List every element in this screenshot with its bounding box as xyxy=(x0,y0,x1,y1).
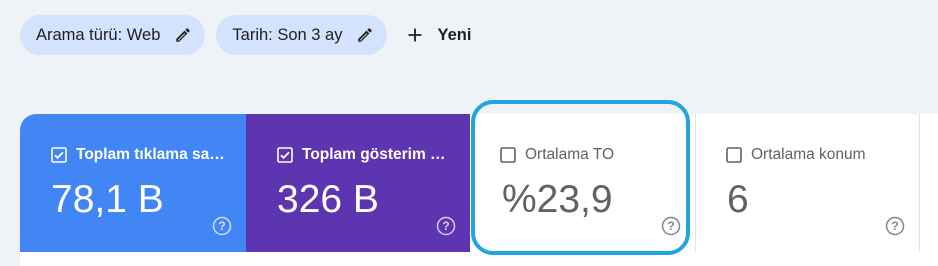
pencil-icon[interactable] xyxy=(174,26,192,44)
help-icon[interactable]: ? xyxy=(212,216,232,236)
checkbox-checked-icon[interactable] xyxy=(51,147,67,163)
metric-card-impressions[interactable]: Toplam gösterim sayısı 326 B ? xyxy=(246,114,470,252)
metric-cards: Toplam tıklama sayısı 78,1 B ? Toplam gö… xyxy=(20,114,938,266)
metric-card-header: Toplam gösterim sayısı xyxy=(277,146,452,164)
checkbox-unchecked-icon[interactable] xyxy=(726,147,742,163)
metric-label: Ortalama TO xyxy=(525,146,615,163)
metric-card-header: Ortalama konum xyxy=(726,146,866,164)
help-icon[interactable]: ? xyxy=(661,216,681,236)
svg-text:?: ? xyxy=(667,219,674,233)
metric-value: 78,1 B xyxy=(51,178,164,221)
filter-bar: Arama türü: Web Tarih: Son 3 ay Yeni xyxy=(20,15,481,55)
chip-label: Arama türü: Web xyxy=(36,25,161,44)
svg-text:?: ? xyxy=(891,219,898,233)
svg-text:?: ? xyxy=(218,219,225,233)
svg-text:?: ? xyxy=(442,219,449,233)
metric-card-ctr[interactable]: Ortalama TO %23,9 ? xyxy=(470,114,695,252)
metric-value: 6 xyxy=(727,178,749,221)
metric-value: 326 B xyxy=(277,178,379,221)
metric-value: %23,9 xyxy=(502,178,613,221)
metric-card-position[interactable]: Ortalama konum 6 ? xyxy=(695,114,920,252)
help-icon[interactable]: ? xyxy=(885,216,905,236)
date-chip[interactable]: Tarih: Son 3 ay xyxy=(216,15,388,55)
metric-label: Toplam gösterim sayısı xyxy=(302,146,452,163)
chip-label: Tarih: Son 3 ay xyxy=(232,25,343,44)
new-filter-label: Yeni xyxy=(437,25,472,44)
checkbox-unchecked-icon[interactable] xyxy=(500,147,516,163)
metric-label: Ortalama konum xyxy=(751,146,866,163)
metric-card-header: Toplam tıklama sayısı xyxy=(51,146,226,164)
help-icon[interactable]: ? xyxy=(436,216,456,236)
metric-card-clicks[interactable]: Toplam tıklama sayısı 78,1 B ? xyxy=(20,114,246,252)
search-type-chip[interactable]: Arama türü: Web xyxy=(20,15,206,55)
pencil-icon[interactable] xyxy=(356,26,374,44)
plus-icon xyxy=(404,24,426,46)
metric-card-header: Ortalama TO xyxy=(500,146,614,164)
checkbox-checked-icon[interactable] xyxy=(277,147,293,163)
new-filter-button[interactable]: Yeni xyxy=(398,15,481,55)
metric-label: Toplam tıklama sayısı xyxy=(76,146,226,163)
